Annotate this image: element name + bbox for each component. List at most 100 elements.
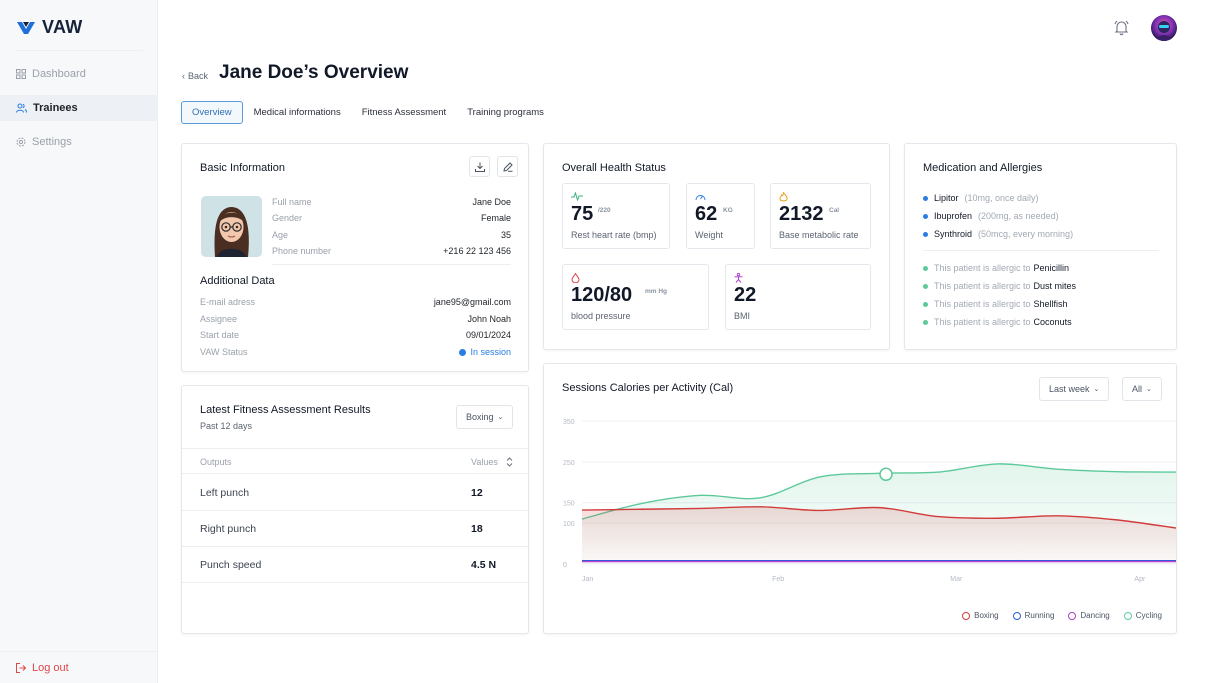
y-tick-label: 150 — [563, 501, 575, 508]
card-title: Medication and Allergies — [923, 162, 1043, 174]
highlight-point — [879, 467, 893, 482]
legend-item-dancing[interactable]: Dancing — [1068, 611, 1110, 620]
vaw-logo-icon — [17, 21, 35, 34]
allergy-item: This patient is allergic to Coconuts — [923, 317, 1072, 327]
metric-unit: /220 — [598, 207, 611, 214]
medication-dose: (50mcg, every morning) — [978, 229, 1074, 239]
divider — [923, 250, 1159, 251]
field-label: Age — [272, 230, 289, 240]
allergy-item: This patient is allergic to Shellfish — [923, 299, 1068, 309]
metric-value: 62 — [695, 203, 718, 225]
metric-unit: Cal — [829, 207, 840, 214]
tab-bar: Overview Medical informations Fitness As… — [181, 101, 555, 124]
activity-dropdown[interactable]: All ⌄ — [1122, 377, 1162, 401]
row-value: 4.5 N — [471, 559, 497, 571]
chevron-left-icon: ‹ — [182, 71, 185, 81]
legend-marker — [1068, 611, 1077, 620]
field-value: Female — [480, 213, 511, 223]
sidebar-item-settings[interactable]: Settings — [0, 129, 158, 155]
field-label: Gender — [272, 213, 303, 223]
field-label: Assignee — [200, 314, 238, 324]
dropdown-value: All — [1132, 384, 1143, 394]
metric-weight: 62 KG Weight — [686, 183, 755, 249]
medication-item: Synthroid (50mcg, every morning) — [923, 229, 1073, 239]
legend-item-cycling[interactable]: Cycling — [1123, 611, 1162, 620]
status-badge: In session — [459, 347, 511, 357]
field-age: Age 35 — [272, 230, 511, 240]
field-value: 09/01/2024 — [465, 330, 511, 340]
allergen: Shellfish — [1033, 299, 1068, 309]
dropdown-value: Last week — [1049, 384, 1090, 394]
field-label: Start date — [200, 330, 240, 340]
tab-medical-informations[interactable]: Medical informations — [244, 101, 351, 124]
sidebar-item-trainees[interactable]: Trainees — [0, 95, 158, 121]
metric-label: BMI — [734, 311, 751, 321]
metric-label: blood pressure — [571, 311, 631, 321]
logout-button[interactable]: Log out — [16, 662, 69, 674]
table-row: Left punch 12 — [182, 475, 528, 511]
download-button[interactable] — [469, 156, 490, 177]
metric-value: 2132 — [779, 203, 824, 225]
logout-icon — [16, 663, 26, 673]
sort-icon[interactable] — [506, 457, 513, 467]
metric-value: 75 — [571, 203, 594, 225]
dropdown-value: Boxing — [466, 412, 494, 422]
sidebar-item-label: Dashboard — [32, 68, 86, 80]
tab-training-programs[interactable]: Training programs — [457, 101, 554, 124]
legend-label: Running — [1024, 611, 1055, 620]
field-label: E-mail adress — [200, 297, 256, 307]
metric-value: 22 — [734, 284, 757, 306]
field-email: E-mail adress jane95@gmail.com — [200, 297, 511, 307]
tab-fitness-assessment[interactable]: Fitness Assessment — [352, 101, 456, 124]
tab-overview[interactable]: Overview — [181, 101, 243, 124]
allergen: Coconuts — [1033, 317, 1072, 327]
chevron-down-icon: ⌄ — [1093, 386, 1100, 393]
column-header-outputs: Outputs — [200, 457, 232, 467]
field-label: Phone number — [272, 246, 332, 256]
field-phone-number: Phone number +216 22 123 456 — [272, 246, 511, 256]
bullet — [923, 195, 928, 201]
medication-allergies-card: Medication and Allergies Lipitor (10mg, … — [904, 143, 1177, 350]
allergy-item: This patient is allergic to Dust mites — [923, 281, 1076, 291]
legend-label: Cycling — [1135, 611, 1162, 620]
medication-dose: (200mg, as needed) — [978, 211, 1059, 221]
table-header: Outputs Values — [182, 448, 528, 474]
row-output: Left punch — [200, 487, 250, 499]
status-text: In session — [470, 347, 511, 357]
field-value: jane95@gmail.com — [433, 297, 511, 307]
notifications-button[interactable] — [1113, 19, 1130, 39]
y-tick-label: 0 — [563, 562, 567, 569]
medication-item: Ibuprofen (200mg, as needed) — [923, 211, 1059, 221]
bullet — [923, 265, 928, 271]
sidebar-item-label: Trainees — [33, 102, 78, 114]
legend-label: Boxing — [974, 611, 999, 620]
medication-name: Synthroid — [934, 229, 973, 239]
legend-item-boxing[interactable]: Boxing — [962, 611, 999, 620]
bell-icon — [1114, 20, 1129, 36]
metric-label: Weight — [695, 230, 723, 240]
activity-filter-dropdown[interactable]: Boxing ⌄ — [456, 405, 514, 429]
back-link[interactable]: ‹ Back — [182, 71, 208, 81]
legend-item-running[interactable]: Running — [1012, 611, 1055, 620]
sessions-calories-card: Sessions Calories per Activity (Cal) Las… — [543, 363, 1177, 634]
chart-legend: Boxing Running Dancing Cycling — [962, 611, 1162, 620]
medication-name: Ibuprofen — [934, 211, 973, 221]
bullet — [923, 231, 928, 237]
person-icon — [734, 273, 743, 283]
row-value: 12 — [471, 487, 483, 499]
bullet — [923, 319, 928, 325]
edit-button[interactable] — [497, 156, 518, 177]
user-avatar[interactable] — [1151, 15, 1177, 41]
logo[interactable]: VAW — [16, 17, 83, 38]
period-dropdown[interactable]: Last week ⌄ — [1039, 377, 1110, 401]
sidebar-item-label: Settings — [32, 136, 72, 148]
table-row: Punch speed 4.5 N — [182, 547, 528, 583]
metric-label: Rest heart rate (bmp) — [571, 230, 657, 240]
card-title: Latest Fitness Assessment Results — [200, 404, 371, 416]
allergen: Penicillin — [1033, 263, 1070, 273]
app-name: VAW — [42, 17, 83, 37]
column-header-values[interactable]: Values — [471, 457, 498, 467]
field-value: 35 — [500, 230, 511, 240]
sidebar-item-dashboard[interactable]: Dashboard — [0, 61, 158, 87]
allergy-item: This patient is allergic to Penicillin — [923, 263, 1069, 273]
